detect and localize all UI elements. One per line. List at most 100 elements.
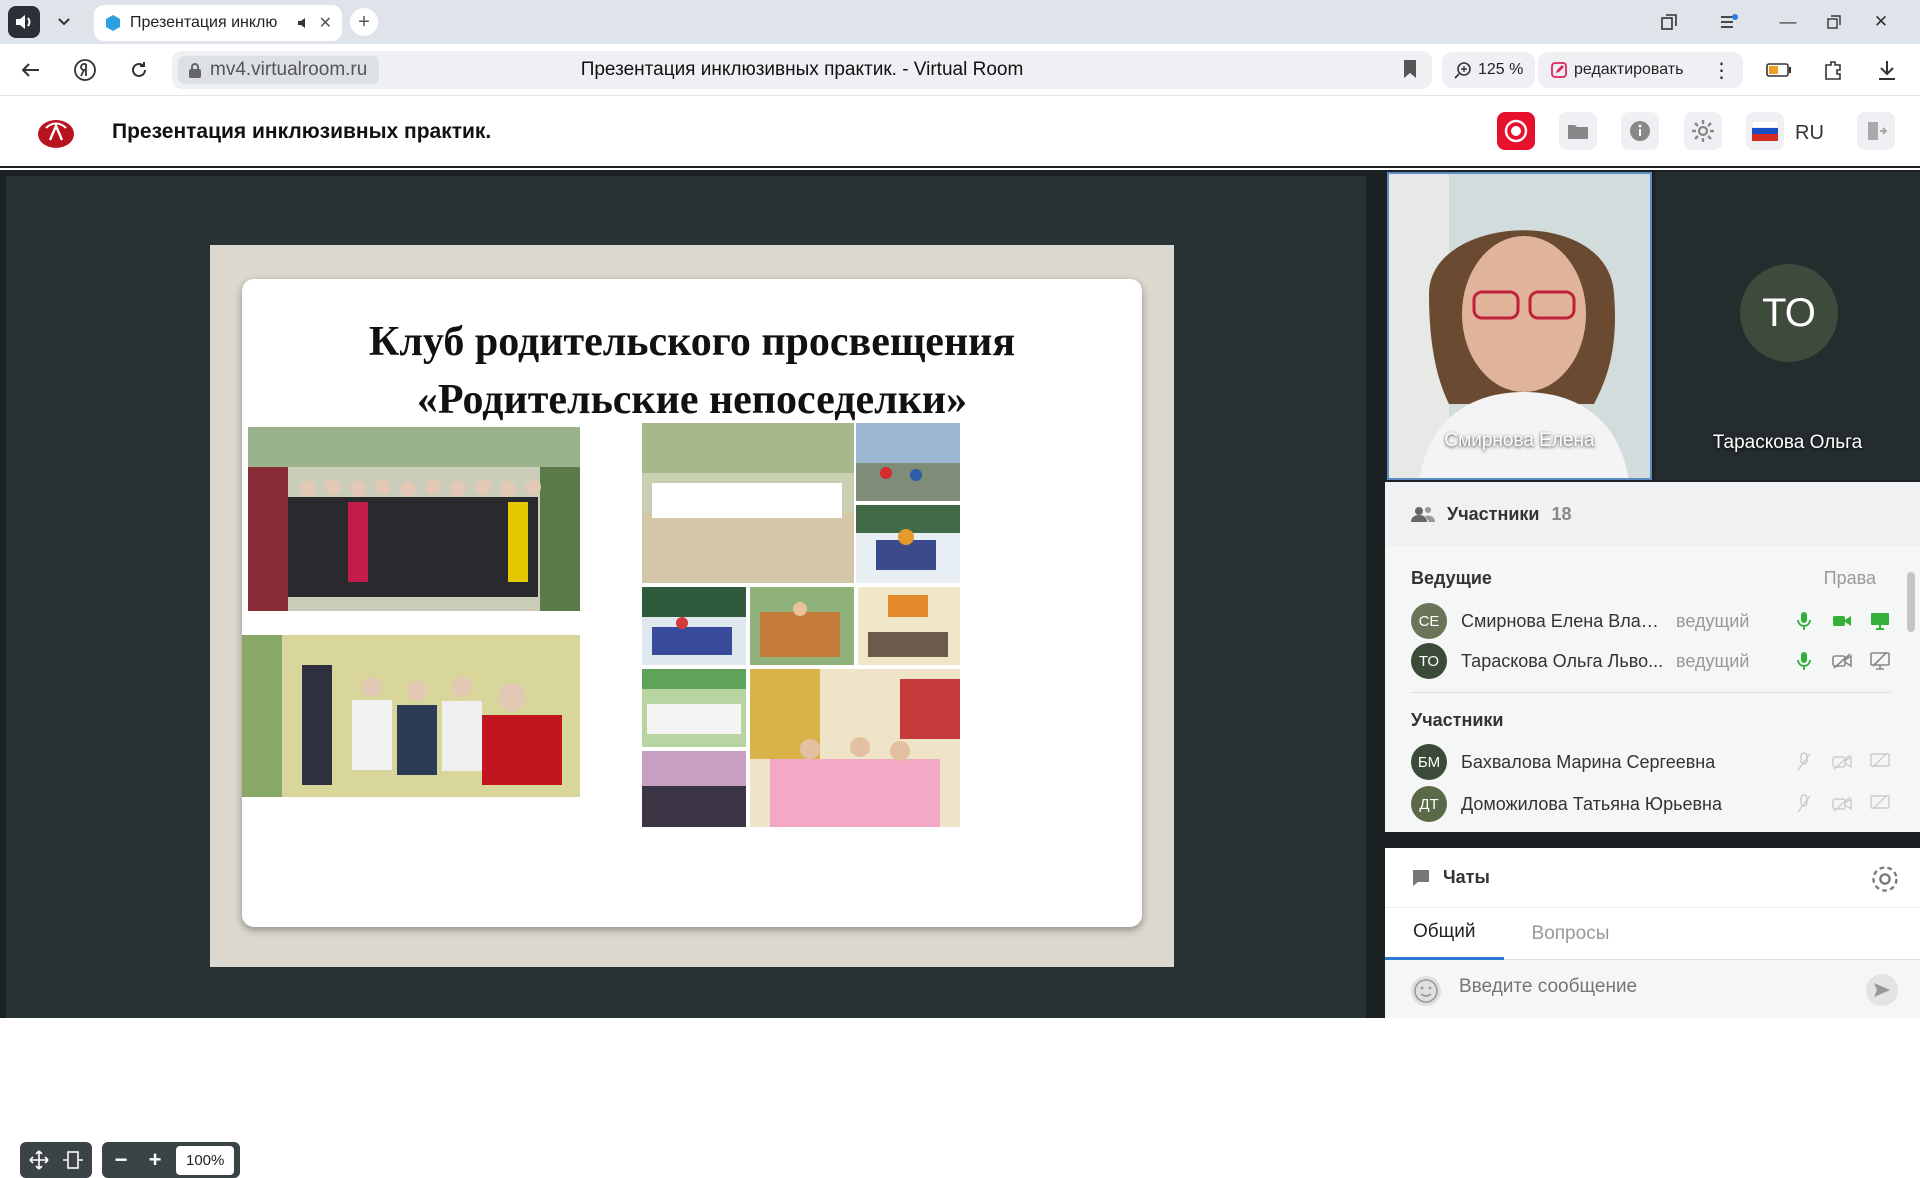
microphone-icon[interactable] [1793,650,1815,672]
tabs-collections-icon[interactable] [1654,8,1684,36]
photo-outdoor-walk [856,423,960,501]
fit-move-icon[interactable] [26,1147,52,1173]
new-tab-button[interactable]: + [350,8,378,36]
participant-name: Бахвалова Марина Сергеевна [1461,751,1716,772]
slide-frame: Клуб родительского просвещения «Родитель… [210,245,1174,967]
panel-divider [1385,832,1920,848]
chat-settings-gear-icon[interactable] [1870,864,1900,894]
camera-off-icon[interactable] [1831,793,1853,815]
rights-label: Права [1823,568,1876,588]
zoom-out-button[interactable]: − [108,1147,134,1173]
microphone-off-icon[interactable] [1793,793,1815,815]
participants-label: Участники [1447,503,1540,524]
list-item[interactable]: ДТ Доможилова Татьяна Юрьевна [1411,784,1891,824]
right-panel: Смирнова Елена ТО Тараскова Ольга Участн… [1385,170,1920,1018]
zoom-indicator[interactable]: 125 % [1442,52,1536,88]
site-favicon-icon [106,15,120,31]
camera-off-icon[interactable] [1831,650,1853,672]
participants-header[interactable]: Участники 18 [1385,482,1920,546]
reload-icon[interactable] [124,56,154,84]
download-icon[interactable] [1872,56,1902,84]
minimize-icon[interactable]: — [1773,8,1803,36]
microphone-off-icon[interactable] [1793,751,1815,773]
address-bar-row: mv4.virtualroom.ru Презентация инклюзивн… [0,44,1920,96]
info-button[interactable] [1621,112,1659,150]
chevron-down-icon[interactable] [48,6,80,38]
scroll-thumb[interactable] [1907,572,1915,632]
avatar: СЕ [1411,603,1447,639]
send-icon [1874,983,1890,997]
microphone-icon[interactable] [1793,610,1815,632]
record-button[interactable] [1497,112,1535,150]
battery-icon[interactable] [1764,56,1794,84]
tab-close-icon[interactable]: ✕ [319,13,332,33]
chats-label: Чаты [1443,867,1490,887]
video-tile-smirnova[interactable]: Смирнова Елена [1387,172,1652,480]
sound-icon[interactable] [8,6,40,38]
exit-button[interactable] [1857,112,1895,150]
zoom-in-button[interactable]: + [142,1147,168,1173]
video-tile-taraskova[interactable]: ТО Тараскова Ольга [1655,172,1920,480]
list-item[interactable]: БМ Бахвалова Марина Сергеевна [1411,742,1891,782]
screen-share-off-icon[interactable] [1869,751,1891,773]
close-window-icon[interactable]: ✕ [1866,8,1896,36]
restore-icon[interactable] [1819,8,1849,36]
screen-share-off-icon[interactable] [1869,650,1891,672]
screen-share-off-icon[interactable] [1869,793,1891,815]
participants-count: 18 [1551,503,1572,524]
exit-icon [1868,122,1887,140]
list-item[interactable]: СЕ Смирнова Елена Влад... ведущий [1411,601,1891,641]
zoom-value[interactable]: 100% [176,1145,235,1175]
record-icon [1504,119,1528,143]
more-options-icon[interactable]: ⋮ [1711,58,1731,83]
hosts-section-label: Ведущие [1411,568,1492,588]
divider [1411,692,1891,693]
participant-role: ведущий [1676,650,1750,671]
edit-label: редактировать [1574,61,1684,78]
camera-icon[interactable] [1831,610,1853,632]
screen-share-icon[interactable] [1869,610,1891,632]
menu-icon[interactable] [1714,8,1744,36]
settings-button[interactable] [1684,112,1722,150]
view-mode-group [20,1142,92,1178]
participants-list: Ведущие Права СЕ Смирнова Елена Влад... … [1385,546,1920,832]
tab-general[interactable]: Общий [1385,908,1504,960]
tab-questions[interactable]: Вопросы [1504,908,1638,960]
send-button[interactable] [1866,974,1898,1006]
photo-costume-show [750,587,854,665]
language-flag-button[interactable] [1746,112,1784,150]
url-chip[interactable]: mv4.virtualroom.ru [178,56,380,84]
slide-title-line-1: Клуб родительского просвещения [368,319,1016,365]
language-label[interactable]: RU [1795,122,1824,145]
camera-off-icon[interactable] [1831,751,1853,773]
photo-gym-group [642,423,854,583]
extensions-icon[interactable] [1818,56,1848,84]
yandex-icon[interactable] [70,56,100,84]
tab-audio-icon[interactable] [297,17,311,29]
members-section-label: Участники [1411,710,1504,730]
participant-name: Смирнова Елена Влад... [1461,610,1666,631]
tab-virtual-room[interactable]: Презентация инклю ✕ [94,5,342,41]
back-arrow-icon[interactable] [16,56,46,84]
fit-width-icon[interactable] [60,1147,86,1173]
edit-button[interactable]: редактировать ⋮ [1538,52,1744,88]
list-item[interactable]: ТО Тараскова Ольга Льво... ведущий [1411,641,1891,681]
presentation-stage: Клуб родительского просвещения «Родитель… [0,170,1385,1178]
bookmark-icon[interactable] [1402,59,1418,79]
photo-children-performance [642,669,746,747]
url-box[interactable]: mv4.virtualroom.ru Презентация инклюзивн… [172,51,1432,89]
slide-title-line-2: «Родительские непоседелки» [416,377,968,423]
info-icon [1630,121,1650,141]
zoom-icon [1454,62,1471,79]
message-input[interactable] [1459,976,1759,998]
avatar: ТО [1740,264,1838,362]
emoji-icon[interactable] [1411,976,1441,1006]
gear-icon [1692,120,1714,142]
tab-title: Презентация инклю [130,14,278,31]
avatar: ДТ [1411,786,1447,822]
files-button[interactable] [1559,112,1597,150]
avatar: БМ [1411,744,1447,780]
chats-header[interactable]: Чаты [1385,848,1920,908]
slide-title: Клуб родительского просвещения «Родитель… [242,313,1142,429]
participants-scrollbar[interactable] [1906,560,1916,830]
